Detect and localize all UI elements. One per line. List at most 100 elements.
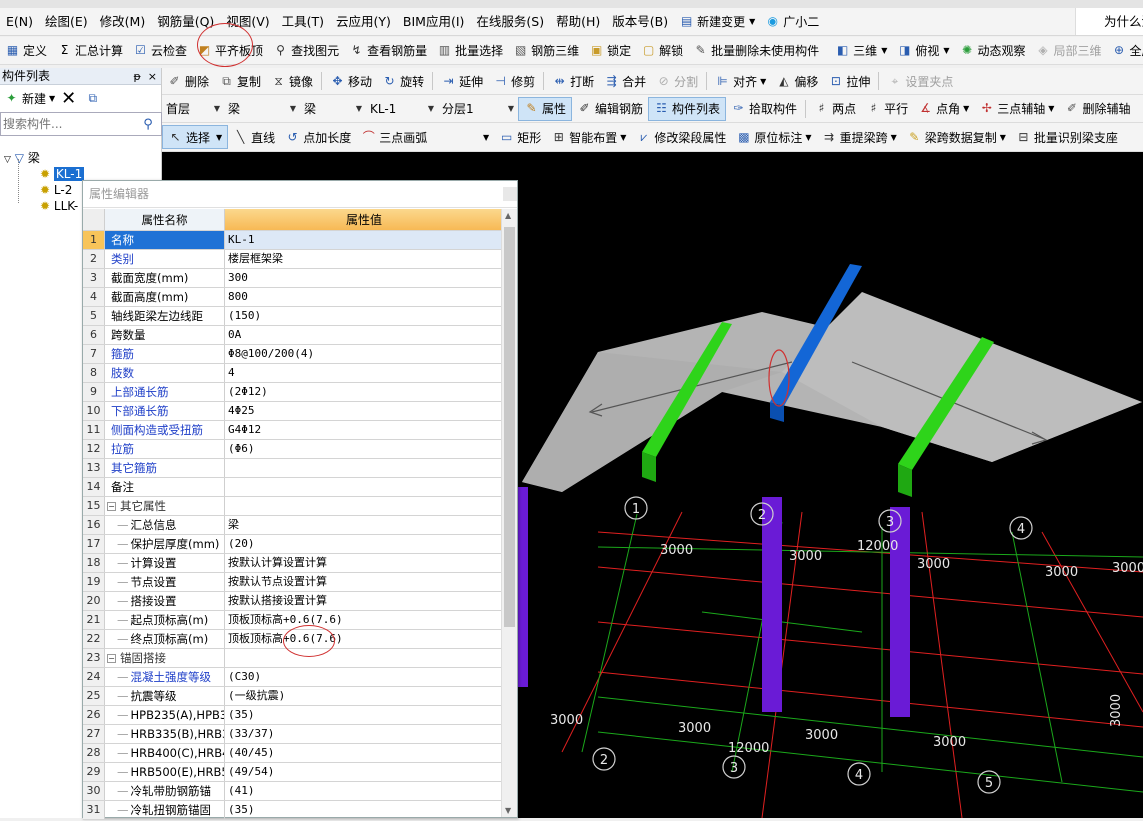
property-value[interactable]: 800 [225, 288, 503, 306]
point-length-button[interactable]: ↺ 点加长度 [280, 125, 356, 149]
batch-delete-unused-button[interactable]: ✎ 批量删除未使用构件 [688, 39, 824, 63]
menu-online[interactable]: 在线服务(S) [470, 8, 550, 35]
view-top-button[interactable]: ◨ 俯视 ▼ [892, 39, 954, 63]
property-value[interactable]: (35) [225, 706, 503, 724]
table-row[interactable]: 31— 冷轧扭钢筋锚固 (35) [83, 801, 503, 820]
menu-cloud[interactable]: 云应用(Y) [330, 8, 397, 35]
menu-bim[interactable]: BIM应用(I) [397, 8, 471, 35]
local-3d-button[interactable]: ◈ 局部三维 [1031, 39, 1107, 63]
edit-rebar-button[interactable]: ✐ 编辑钢筋 [572, 97, 648, 121]
close-icon[interactable] [503, 187, 517, 201]
tree-root[interactable]: ▽ ▽ 梁 [4, 150, 40, 166]
property-value[interactable] [225, 478, 503, 496]
property-scrollbar[interactable]: ▲ ▼ [501, 209, 517, 817]
collapse-toggle-icon[interactable]: − [107, 654, 116, 663]
component-list-button[interactable]: ☷ 构件列表 [648, 96, 727, 121]
table-row[interactable]: 14 备注 [83, 478, 503, 497]
define-button[interactable]: ▦ 定义 [0, 39, 52, 63]
collapse-toggle-icon[interactable]: − [107, 502, 116, 511]
component-search-input[interactable] [1, 114, 137, 134]
menu-tools[interactable]: 工具(T) [276, 8, 330, 35]
table-row[interactable]: 6 跨数量 0A [83, 326, 503, 345]
split-button[interactable]: ⊘ 分割 [651, 69, 703, 93]
table-row[interactable]: 12 拉筋 (Φ6) [83, 440, 503, 459]
table-row[interactable]: 8 肢数 4 [83, 364, 503, 383]
tree-item[interactable]: ✹ KL-1 [40, 166, 85, 182]
property-value[interactable]: KL-1 [225, 231, 503, 249]
property-value[interactable]: (35) [225, 801, 503, 819]
table-row[interactable]: 24— 混凝土强度等级 (C30) [83, 668, 503, 687]
pin-icon[interactable]: ᵽ [133, 70, 140, 83]
property-value[interactable]: 按默认节点设置计算 [225, 573, 503, 591]
menu-rebar-quantity[interactable]: 钢筋量(Q) [151, 8, 220, 35]
table-row[interactable]: 4 截面高度(mm) 800 [83, 288, 503, 307]
delete-component-button[interactable]: ✕ [57, 86, 80, 110]
table-row[interactable]: 20— 搭接设置 按默认搭接设置计算 [83, 592, 503, 611]
offset-button[interactable]: ◭ 偏移 [771, 69, 823, 93]
menu-draw[interactable]: 绘图(E) [39, 8, 94, 35]
property-value[interactable]: (40/45) [225, 744, 503, 762]
smart-layout-button[interactable]: ⊞ 智能布置 ▼ [546, 125, 631, 149]
table-row[interactable]: 10 下部通长筋 4Φ25 [83, 402, 503, 421]
new-change-button[interactable]: ▤ 新建变更 ▼ [674, 10, 760, 34]
copy-button[interactable]: ⧉ 复制 [214, 69, 266, 93]
property-value[interactable]: (Φ6) [225, 440, 503, 458]
menu-modify[interactable]: 修改(M) [94, 8, 152, 35]
rebar-3d-button[interactable]: ▧ 钢筋三维 [508, 39, 584, 63]
menu-edit[interactable]: E(N) [0, 8, 39, 35]
table-row[interactable]: 30— 冷轧带肋钢筋锚 (41) [83, 782, 503, 801]
fullscreen-button[interactable]: ⊕ 全屏 [1107, 39, 1143, 63]
table-row[interactable]: 11 侧面构造或受扭筋 G4Φ12 [83, 421, 503, 440]
summary-calc-button[interactable]: Σ 汇总计算 [52, 39, 128, 63]
property-value[interactable]: 楼层框架梁 [225, 250, 503, 268]
property-value[interactable]: 顶板顶标高+0.6(7.6) [225, 611, 503, 629]
table-row[interactable]: 21— 起点顶标高(m) 顶板顶标高+0.6(7.6) [83, 611, 503, 630]
floor-select[interactable]: 首层 ▼ [162, 98, 224, 120]
table-row-group[interactable]: 15− 其它属性 [83, 497, 503, 516]
find-element-button[interactable]: ⚲ 查找图元 [268, 39, 344, 63]
type-select-1[interactable]: 梁 ▼ [224, 98, 300, 120]
table-row[interactable]: 16— 汇总信息梁 [83, 516, 503, 535]
property-value[interactable]: (41) [225, 782, 503, 800]
align-slab-top-button[interactable]: ◩ 平齐板顶 [192, 39, 268, 63]
span-copy-button[interactable]: ✎ 梁跨数据复制 ▼ [902, 125, 1011, 149]
delete-axis-button[interactable]: ✐ 删除辅轴 [1059, 97, 1135, 121]
extend-button[interactable]: ⇥ 延伸 [436, 69, 488, 93]
table-row[interactable]: 29— HRB500(E),HRB5 (49/54) [83, 763, 503, 782]
in-situ-label-button[interactable]: ▩ 原位标注 ▼ [731, 125, 816, 149]
help-search-box[interactable]: 为什么没 [1075, 8, 1143, 35]
property-value[interactable]: Φ8@100/200(4) [225, 345, 503, 363]
property-value[interactable]: (33/37) [225, 725, 503, 743]
set-grip-button[interactable]: ⌖ 设置夹点 [882, 69, 958, 93]
property-button[interactable]: ✎ 属性 [518, 96, 573, 121]
layer-select[interactable]: 分层1 ▼ [438, 98, 518, 120]
property-value[interactable]: (2Φ12) [225, 383, 503, 401]
table-row[interactable]: 5 轴线距梁左边线距 (150) [83, 307, 503, 326]
table-row[interactable]: 9 上部通长筋 (2Φ12) [83, 383, 503, 402]
table-row-group[interactable]: 23− 锚固搭接 [83, 649, 503, 668]
table-row[interactable]: 17— 保护层厚度(mm) (20) [83, 535, 503, 554]
type-select-2[interactable]: 梁 ▼ [300, 98, 366, 120]
unlock-button[interactable]: ▢ 解锁 [636, 39, 688, 63]
property-value[interactable] [225, 459, 503, 477]
search-icon[interactable]: ⚲ [137, 117, 159, 132]
delete-button[interactable]: ✐ 删除 [162, 69, 214, 93]
table-row[interactable]: 18— 计算设置 按默认计算设置计算 [83, 554, 503, 573]
property-value[interactable]: 梁 [225, 516, 503, 534]
parallel-button[interactable]: ♯ 平行 [861, 97, 913, 121]
property-value[interactable]: (20) [225, 535, 503, 553]
two-point-button[interactable]: ♯ 两点 [809, 97, 861, 121]
modify-segment-button[interactable]: ⩗ 修改梁段属性 [631, 125, 731, 149]
re-span-button[interactable]: ⇉ 重提梁跨 ▼ [817, 125, 902, 149]
table-row[interactable]: 26— HPB235(A),HPB3 (35) [83, 706, 503, 725]
break-button[interactable]: ⇹ 打断 [547, 69, 599, 93]
batch-select-button[interactable]: ▥ 批量选择 [432, 39, 508, 63]
merge-button[interactable]: ⇶ 合并 [599, 69, 651, 93]
stretch-button[interactable]: ⊡ 拉伸 [823, 69, 875, 93]
close-icon[interactable]: × [148, 70, 157, 83]
collapse-icon[interactable]: ▽ [4, 155, 11, 165]
table-row[interactable]: 25— 抗震等级 (一级抗震) [83, 687, 503, 706]
property-value[interactable]: 0A [225, 326, 503, 344]
line-button[interactable]: ╲ 直线 [228, 125, 280, 149]
property-value[interactable]: (49/54) [225, 763, 503, 781]
